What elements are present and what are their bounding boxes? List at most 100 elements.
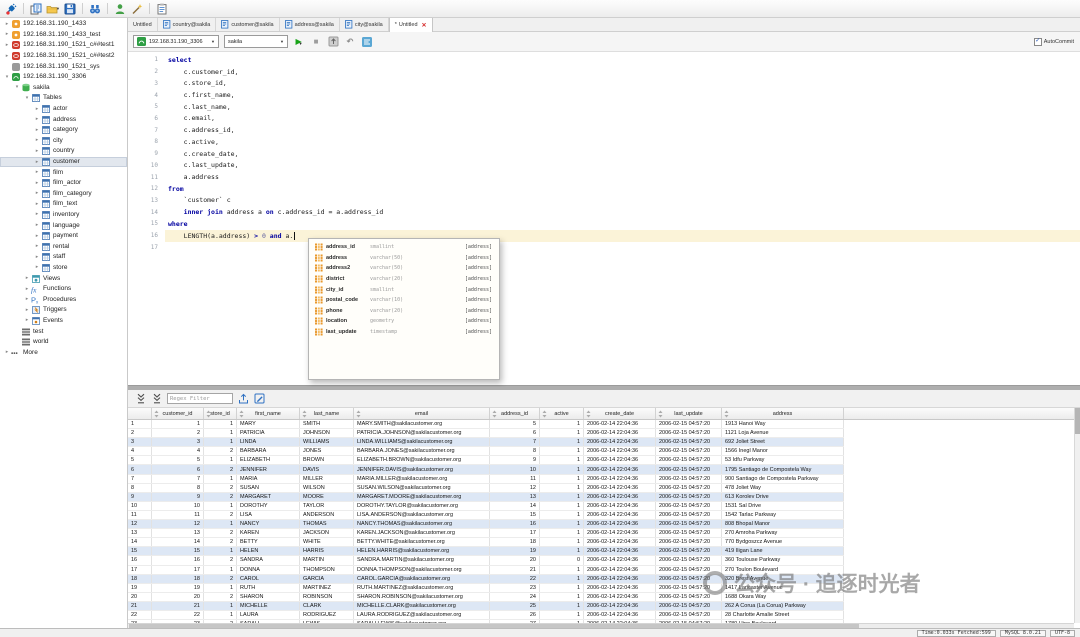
new-script-button[interactable] [29,2,43,16]
tree-collapsed-icon[interactable]: ▸ [23,286,31,292]
sort-icon[interactable] [724,410,729,420]
cell-address[interactable]: 1121 Loja Avenue [722,429,844,438]
cell-customer_id[interactable]: 14 [152,538,204,547]
cell-email[interactable]: JENNIFER.DAVIS@sakilacustomer.org [354,465,490,474]
table-row-8[interactable]: 8 8 2 SUSAN WILSON SUSAN.WILSON@sakilacustome… [128,483,844,493]
tree-item-tables[interactable]: ▾ Tables [0,93,127,104]
sort-icon[interactable] [154,410,159,420]
cell-active[interactable]: 1 [540,520,584,529]
cell-email[interactable]: LISA.ANDERSON@sakilacustomer.org [354,510,490,520]
row-number-cell[interactable]: 6 [128,465,152,474]
cell-address[interactable]: 28 Charlotte Amalie Street [722,610,844,620]
tree-item-actor[interactable]: ▸ actor [0,104,127,115]
cell-last_name[interactable]: THOMAS [300,520,354,529]
tree-item-192-168-31-190-1433-test[interactable]: ▸ 192.168.31.190_1433_test [0,30,127,41]
table-row-20[interactable]: 20 20 2 SHARON ROBINSON SHARON.ROBINSON@sakil… [128,592,844,602]
cell-last_name[interactable]: WILSON [300,483,354,492]
cell-store_id[interactable]: 2 [204,529,237,538]
cell-create_date[interactable]: 2006-02-14 22:04:36 [584,574,656,583]
autocomplete-item-location[interactable]: location geometry [address] [309,316,499,327]
cell-address[interactable]: 1417 Lancaster Avenue [722,583,844,592]
cell-store_id[interactable]: 2 [204,556,237,565]
cell-address_id[interactable]: 22 [490,574,540,583]
editor-line-7[interactable]: 7 c.address_id, [128,124,1080,136]
tree-collapsed-icon[interactable]: ▸ [33,223,41,228]
task-list-button[interactable] [155,2,169,16]
autocomplete-item-city_id[interactable]: city_id smallint [address] [309,284,499,295]
autocomplete-item-district[interactable]: district varchar(20) [address] [309,274,499,285]
cell-last_name[interactable]: JOHNSON [300,429,354,438]
cell-last_update[interactable]: 2006-02-15 04:57:20 [656,438,722,447]
row-number-cell[interactable]: 1 [128,420,152,429]
cell-store_id[interactable]: 2 [204,447,237,456]
tree-item-events[interactable]: ▸ Events [0,316,127,327]
cell-last_update[interactable]: 2006-02-15 04:57:20 [656,538,722,547]
cell-create_date[interactable]: 2006-02-14 22:04:36 [584,483,656,492]
cell-address_id[interactable]: 25 [490,601,540,610]
cell-first_name[interactable]: BARBARA [237,447,300,456]
cell-email[interactable]: HELEN.HARRIS@sakilacustomer.org [354,547,490,556]
row-number-cell[interactable]: 15 [128,547,152,556]
cell-create_date[interactable]: 2006-02-14 22:04:36 [584,438,656,447]
cell-first_name[interactable]: MARIA [237,474,300,483]
fetch-next-page-button[interactable] [135,393,146,404]
cell-address[interactable]: 262 A Corua (La Corua) Parkway [722,601,844,610]
tree-collapsed-icon[interactable]: ▸ [3,32,11,37]
tree-item-language[interactable]: ▸ language [0,220,127,231]
table-row-6[interactable]: 6 6 2 JENNIFER DAVIS JENNIFER.DAVIS@sakilacus… [128,465,844,475]
table-row-11[interactable]: 11 11 2 LISA ANDERSON LISA.ANDERSON@sakilacus… [128,510,844,521]
connection-selector[interactable]: 192.168.31.190_3306 ▼ [133,35,219,48]
row-number-cell[interactable]: 7 [128,474,152,483]
tree-collapsed-icon[interactable]: ▸ [33,170,41,175]
cell-address_id[interactable]: 23 [490,583,540,592]
row-number-cell[interactable]: 12 [128,520,152,529]
search-button[interactable] [88,2,102,16]
cell-last_update[interactable]: 2006-02-15 04:57:20 [656,556,722,565]
table-row-18[interactable]: 18 18 2 CAROL GARCIA CAROL.GARCIA@sakilacusto… [128,574,844,584]
cell-customer_id[interactable]: 19 [152,583,204,592]
cell-email[interactable]: SUSAN.WILSON@sakilacustomer.org [354,483,490,492]
cell-address_id[interactable]: 19 [490,547,540,556]
cell-store_id[interactable]: 1 [204,456,237,465]
cell-address_id[interactable]: 15 [490,510,540,520]
cell-email[interactable]: PATRICIA.JOHNSON@sakilacustomer.org [354,429,490,438]
table-row-7[interactable]: 7 7 1 MARIA MILLER MARIA.MILLER@sakilacustome… [128,474,844,484]
editor-line-9[interactable]: 9 c.create_date, [128,148,1080,160]
tree-item-city[interactable]: ▸ city [0,136,127,147]
tree-collapsed-icon[interactable]: ▸ [33,191,41,196]
cell-address[interactable]: 360 Toulouse Parkway [722,556,844,565]
cell-address[interactable]: 613 Korolev Drive [722,492,844,501]
cell-last_name[interactable]: DAVIS [300,465,354,474]
cell-customer_id[interactable]: 18 [152,574,204,583]
row-number-cell[interactable]: 4 [128,447,152,456]
cell-active[interactable]: 1 [540,547,584,556]
cell-last_update[interactable]: 2006-02-15 04:57:20 [656,420,722,429]
cell-address[interactable]: 1542 Tarlac Parkway [722,510,844,520]
rollback-button[interactable]: ↶ [344,36,356,48]
cell-store_id[interactable]: 2 [204,574,237,583]
cell-email[interactable]: DONNA.THOMPSON@sakilacustomer.org [354,565,490,574]
cell-email[interactable]: BARBARA.JONES@sakilacustomer.org [354,447,490,456]
cell-customer_id[interactable]: 5 [152,456,204,465]
row-number-cell[interactable]: 5 [128,456,152,465]
table-row-19[interactable]: 19 19 1 RUTH MARTINEZ RUTH.MARTINEZ@sakilacus… [128,583,844,593]
cell-address[interactable]: 53 Idfu Parkway [722,456,844,465]
cell-active[interactable]: 1 [540,574,584,583]
cell-last_name[interactable]: SMITH [300,420,354,429]
cell-active[interactable]: 1 [540,592,584,601]
cell-customer_id[interactable]: 15 [152,547,204,556]
cell-last_update[interactable]: 2006-02-15 04:57:20 [656,583,722,592]
cell-first_name[interactable]: SANDRA [237,556,300,565]
cell-email[interactable]: LINDA.WILLIAMS@sakilacustomer.org [354,438,490,447]
cell-address[interactable]: 770 Bydgoszcz Avenue [722,538,844,547]
cell-create_date[interactable]: 2006-02-14 22:04:36 [584,538,656,547]
cell-active[interactable]: 1 [540,601,584,610]
cell-address_id[interactable]: 13 [490,492,540,501]
cell-first_name[interactable]: PATRICIA [237,429,300,438]
cell-address_id[interactable]: 20 [490,556,540,565]
cell-last_update[interactable]: 2006-02-15 04:57:20 [656,456,722,465]
cell-first_name[interactable]: LAURA [237,610,300,620]
vertical-scrollbar[interactable] [1074,408,1080,623]
cell-store_id[interactable]: 1 [204,438,237,447]
cell-last_update[interactable]: 2006-02-15 04:57:20 [656,465,722,474]
